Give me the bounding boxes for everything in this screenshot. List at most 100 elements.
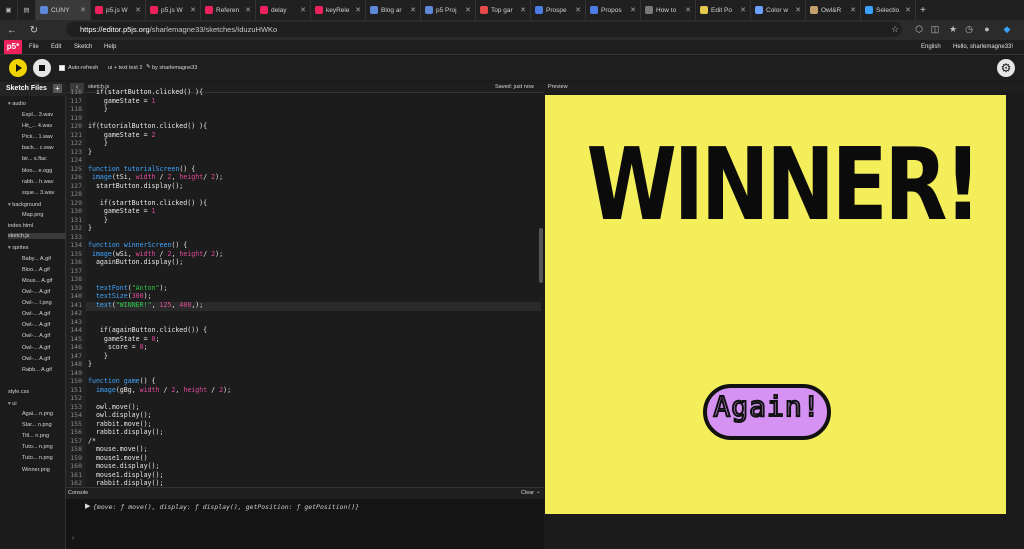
tab-close-icon[interactable]: ✕	[135, 6, 141, 14]
code-line[interactable]: function tutorialScreen() {	[88, 165, 195, 173]
code-line[interactable]: }	[88, 224, 92, 232]
settings-gear-icon[interactable]: ⚙	[997, 59, 1015, 77]
browser-tab[interactable]: Selectio ✕	[861, 0, 916, 20]
code-line[interactable]: }	[88, 216, 108, 224]
code-line[interactable]: rabbit.display();	[88, 479, 164, 487]
tab-close-icon[interactable]: ✕	[190, 6, 196, 14]
browser-tab[interactable]: p5.js W ✕	[91, 0, 146, 20]
chevron-down-icon[interactable]: ⌄	[536, 489, 541, 495]
code-line[interactable]: gameState = 2	[88, 131, 156, 139]
edit-pencil-icon[interactable]: ✎	[146, 64, 151, 70]
file-item[interactable]: Hit_... 4.wav	[22, 123, 52, 129]
file-item[interactable]: Mous... A.gif	[22, 278, 52, 284]
browser-tab[interactable]: How to ✕	[641, 0, 696, 20]
browser-tab[interactable]: p5 Proj ✕	[421, 0, 476, 20]
code-line[interactable]: mouse1.move()	[88, 454, 148, 462]
url-field[interactable]: https://editor.p5js.org/sharlemagne33/sk…	[66, 22, 902, 37]
file-item[interactable]: sketch.js	[8, 233, 66, 239]
browser-tab[interactable]: Owl&R ✕	[806, 0, 861, 20]
file-item[interactable]: Pick... 1.wav	[22, 134, 53, 140]
code-line[interactable]: if(startButton.clicked() ){	[88, 199, 207, 207]
code-line[interactable]: textSize(300);	[88, 292, 152, 300]
folder-item[interactable]: ▾ audio	[8, 101, 26, 107]
file-item[interactable]: back... c.wav	[22, 145, 54, 151]
browser-tab[interactable]: Color w ✕	[751, 0, 806, 20]
star-favorite-icon[interactable]: ☆	[888, 22, 902, 36]
tab-close-icon[interactable]: ✕	[630, 6, 636, 14]
tab-close-icon[interactable]: ✕	[520, 6, 526, 14]
menu-file[interactable]: File	[29, 44, 39, 50]
code-line[interactable]: againButton.display();	[88, 258, 183, 266]
code-line[interactable]: textFont("Anton");	[88, 284, 168, 292]
copilot-icon[interactable]: ◆	[1000, 22, 1014, 36]
browser-tab[interactable]: delay ✕	[256, 0, 311, 20]
profile-icon[interactable]: ●	[980, 22, 994, 36]
file-item[interactable]: Owl-... A.gif	[22, 356, 50, 362]
file-item[interactable]: Agai... n.png	[22, 411, 53, 417]
code-line[interactable]: score = 0;	[88, 343, 148, 351]
file-item[interactable]: rabb... h.wav	[22, 179, 54, 185]
add-file-button[interactable]: +	[53, 84, 62, 93]
tab-close-icon[interactable]: ✕	[245, 6, 251, 14]
file-item[interactable]: Owl-... A.gif	[22, 311, 50, 317]
file-item[interactable]: Owl-... A.gif	[22, 345, 50, 351]
file-item[interactable]: Star... n.png	[22, 422, 52, 428]
code-line[interactable]: image(tSi, width / 2, height/ 2);	[88, 173, 223, 181]
favorites-icon[interactable]: ★	[946, 22, 960, 36]
browser-tab[interactable]: keyRele ✕	[311, 0, 366, 20]
folder-item[interactable]: ▾ sprites	[8, 245, 29, 251]
file-item[interactable]: Winner.png	[22, 467, 50, 473]
file-item[interactable]: Baby... A.gif	[22, 256, 51, 262]
console-clear-button[interactable]: Clear	[521, 490, 534, 496]
file-item[interactable]: Owl-... I.png	[22, 300, 52, 306]
browser-tab[interactable]: p5.js W ✕	[146, 0, 201, 20]
language-select[interactable]: English	[921, 44, 941, 50]
code-line[interactable]: if(againButton.clicked()) {	[88, 326, 207, 334]
browser-tab[interactable]: Top gar ✕	[476, 0, 531, 20]
code-line[interactable]: owl.display();	[88, 411, 152, 419]
code-line[interactable]: image(gBg, width / 2, height / 2);	[88, 386, 231, 394]
tab-close-icon[interactable]: ✕	[685, 6, 691, 14]
browser-tab[interactable]: Referen ✕	[201, 0, 256, 20]
tab-close-icon[interactable]: ✕	[850, 6, 856, 14]
tab-close-icon[interactable]: ✕	[740, 6, 746, 14]
tab-groups-icon[interactable]: ▤	[18, 0, 36, 20]
file-item[interactable]: index.html	[8, 223, 33, 229]
code-line[interactable]: mouse.display();	[88, 462, 160, 470]
file-item[interactable]: Tuto... n.png	[22, 455, 53, 461]
tab-close-icon[interactable]: ✕	[300, 6, 306, 14]
file-item[interactable]: Tuto... n.png	[22, 444, 53, 450]
file-item[interactable]: Owl-... A.gif	[22, 333, 50, 339]
split-screen-icon[interactable]: ◫	[928, 22, 942, 36]
browser-tab[interactable]: Edit Po ✕	[696, 0, 751, 20]
folder-item[interactable]: ▾ background	[8, 202, 41, 208]
tab-close-icon[interactable]: ✕	[355, 6, 361, 14]
console-prompt-icon[interactable]: ›	[72, 535, 74, 542]
code-line[interactable]: if(tutorialButton.clicked() ){	[88, 122, 207, 130]
new-tab-button[interactable]: +	[916, 0, 930, 20]
stop-button[interactable]	[33, 59, 51, 77]
editor-scrollbar[interactable]	[539, 228, 543, 283]
code-line[interactable]: image(wSi, width / 2, height/ 2);	[88, 250, 223, 258]
code-line[interactable]: mouse1.display();	[88, 471, 164, 479]
sketch-name[interactable]: ui + text test 2	[108, 65, 142, 71]
code-line[interactable]: rabbit.display();	[88, 428, 164, 436]
code-line[interactable]: }	[88, 139, 108, 147]
code-line[interactable]: text("WINNER!", 125, 400,);	[88, 301, 203, 309]
tab-close-icon[interactable]: ✕	[905, 6, 911, 14]
tab-close-icon[interactable]: ✕	[80, 6, 86, 14]
browser-tab[interactable]: CUNY ✕	[36, 0, 91, 20]
code-line[interactable]: owl.move();	[88, 403, 140, 411]
file-item[interactable]: Expl... 3.wav	[22, 112, 53, 118]
file-item[interactable]: Bloo... A.gif	[22, 267, 50, 273]
menu-edit[interactable]: Edit	[51, 44, 61, 50]
code-line[interactable]: }	[88, 148, 92, 156]
code-line[interactable]: rabbit.move();	[88, 420, 152, 428]
file-item[interactable]: bir... s.flac	[22, 156, 47, 162]
code-line[interactable]: if(startButton.clicked() ){	[88, 88, 203, 96]
play-button[interactable]	[9, 59, 27, 77]
menu-help[interactable]: Help	[104, 44, 116, 50]
code-line[interactable]: /*	[88, 437, 96, 445]
code-line[interactable]: }	[88, 105, 108, 113]
file-item[interactable]: style.css	[8, 389, 29, 395]
